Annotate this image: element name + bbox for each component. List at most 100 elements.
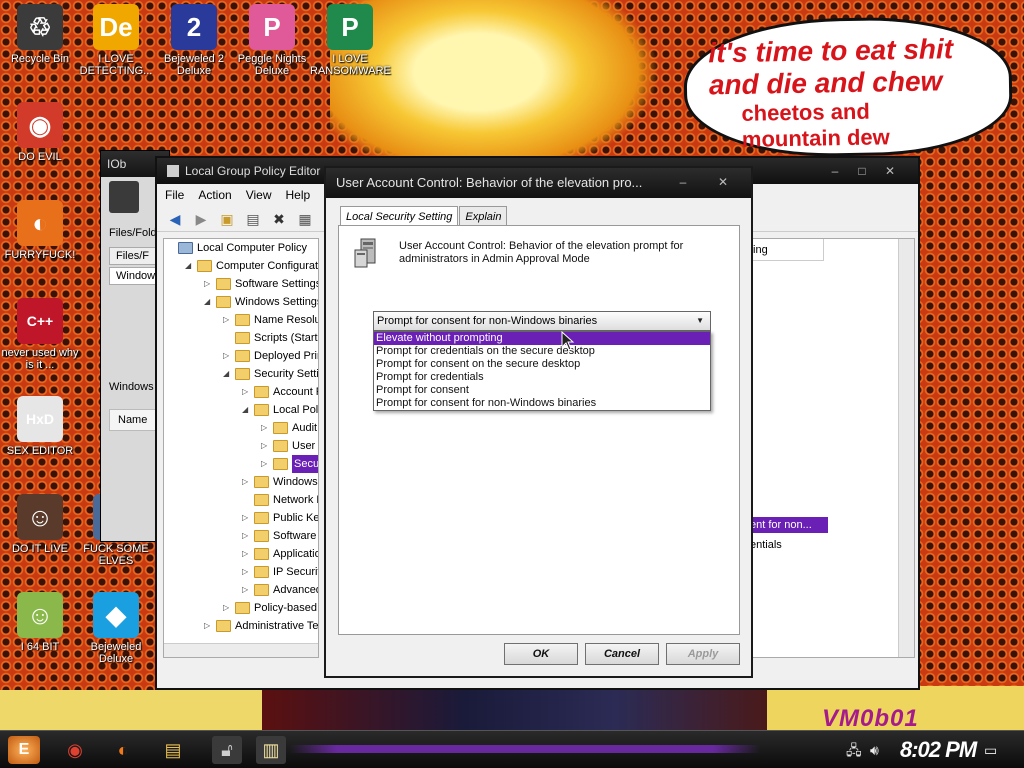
expand-arrow-icon[interactable]: ▷ <box>242 383 248 401</box>
desktop-shortcut[interactable]: P Peggle Nights Deluxe <box>232 4 312 77</box>
expand-arrow-icon[interactable]: ▷ <box>223 599 229 617</box>
tree-node[interactable]: ◢ Security Settings <box>164 365 318 383</box>
apply-button[interactable]: Apply <box>666 643 740 665</box>
expand-arrow-icon[interactable]: ▷ <box>261 455 267 473</box>
expand-arrow-icon[interactable]: ▷ <box>204 275 210 293</box>
taskbar-security-icon[interactable]: 🔓︎ <box>212 736 242 764</box>
selected-policy-row[interactable]: ent for non... <box>748 517 828 533</box>
tab-local-security-setting[interactable]: Local Security Setting <box>340 206 459 227</box>
dropdown-option[interactable]: Elevate without prompting <box>374 332 710 345</box>
tree-node[interactable]: ▷ IP Security Policies <box>164 563 318 581</box>
expand-arrow-icon[interactable]: ◢ <box>223 365 229 383</box>
volume-icon[interactable]: 🔊︎ <box>870 737 879 763</box>
tree-node[interactable]: ▷ Administrative Templates <box>164 617 318 635</box>
tree-horizontal-scrollbar[interactable] <box>164 643 318 657</box>
delete-icon[interactable]: ✖ <box>269 210 289 228</box>
desktop-shortcut[interactable]: P I LOVE RANSOMWARE <box>310 4 391 77</box>
column-header-setting[interactable]: ting <box>748 239 824 261</box>
clock[interactable]: 8:02 PM <box>900 735 977 765</box>
policy-list-pane[interactable]: ting ent for non... entials <box>747 238 915 658</box>
uac-policy-dialog[interactable]: User Account Control: Behavior of the el… <box>324 166 753 678</box>
properties-icon[interactable]: ▦ <box>295 210 315 228</box>
expand-arrow-icon[interactable]: ▷ <box>204 617 210 635</box>
tree-node[interactable]: ▷ Advanced Audit <box>164 581 318 599</box>
menu-file[interactable]: File <box>165 188 184 202</box>
show-hide-tree-icon[interactable]: ▤ <box>243 210 263 228</box>
desktop-shortcut[interactable]: HxD SEX EDITOR <box>0 396 80 457</box>
tree-node[interactable]: ◢ Windows Settings <box>164 293 318 311</box>
notification-icon[interactable]: ▭ <box>984 737 997 763</box>
tab-explain[interactable]: Explain <box>459 206 508 226</box>
expand-arrow-icon[interactable]: ▷ <box>261 419 267 437</box>
ok-button[interactable]: OK <box>504 643 578 665</box>
back-arrow-icon[interactable]: ◀ <box>165 210 185 228</box>
dialog-close-button[interactable]: ✕ <box>710 175 736 191</box>
dialog-help-button[interactable]: – <box>670 175 696 191</box>
expand-arrow-icon[interactable]: ▷ <box>242 581 248 599</box>
expand-arrow-icon[interactable]: ▷ <box>242 509 248 527</box>
tree-node[interactable]: ▷ Software Restriction <box>164 527 318 545</box>
expand-arrow-icon[interactable]: ▷ <box>261 437 267 455</box>
start-button[interactable]: E <box>8 736 40 764</box>
tree-node[interactable]: ▷ Security Options <box>164 455 318 473</box>
tree-node[interactable]: ▷ Software Settings <box>164 275 318 293</box>
expand-arrow-icon[interactable]: ◢ <box>242 401 248 419</box>
menu-help[interactable]: Help <box>286 188 311 202</box>
desktop-shortcut[interactable]: C++ never used why is it ... <box>0 298 80 371</box>
expand-arrow-icon[interactable]: ▷ <box>242 473 248 491</box>
cancel-button[interactable]: Cancel <box>585 643 659 665</box>
dropdown-option[interactable]: Prompt for credentials on the secure des… <box>374 345 710 358</box>
expand-arrow-icon[interactable]: ◢ <box>185 257 191 275</box>
desktop-shortcut[interactable]: ♲ Recycle Bin <box>0 4 80 65</box>
gpe-minimize-button[interactable]: – <box>822 164 848 180</box>
network-icon[interactable]: 🖧︎ <box>846 737 862 763</box>
forward-arrow-icon[interactable]: ▶ <box>191 210 211 228</box>
dropdown-option[interactable]: Prompt for consent on the secure desktop <box>374 358 710 371</box>
policy-row[interactable]: entials <box>748 537 828 553</box>
menu-view[interactable]: View <box>246 188 272 202</box>
tree-node[interactable]: ▷ User Rights Assignment <box>164 437 318 455</box>
tree-node[interactable]: ▷ Windows Firewall <box>164 473 318 491</box>
expand-arrow-icon[interactable]: ▷ <box>242 545 248 563</box>
tree-node[interactable]: Network List Manager <box>164 491 318 509</box>
expand-arrow-icon[interactable]: ▷ <box>223 311 229 329</box>
tree-node[interactable]: Local Computer Policy <box>164 239 318 257</box>
expand-arrow-icon[interactable]: ◢ <box>204 293 210 311</box>
chevron-down-icon[interactable]: ▼ <box>696 312 704 330</box>
desktop-shortcut[interactable]: De I LOVE DETECTING... <box>76 4 156 77</box>
tree-node[interactable]: ▷ Account Policies <box>164 383 318 401</box>
desktop-shortcut[interactable]: ☺ I 64 BIT <box>0 592 80 653</box>
desktop-shortcut[interactable]: 2 Bejeweled 2 Deluxe <box>154 4 234 77</box>
menu-action[interactable]: Action <box>198 188 231 202</box>
expand-arrow-icon[interactable]: ▷ <box>242 527 248 545</box>
expand-arrow-icon[interactable]: ▷ <box>242 563 248 581</box>
gpe-close-button[interactable]: ✕ <box>877 164 903 180</box>
dropdown-option[interactable]: Prompt for consent <box>374 384 710 397</box>
dropdown-option[interactable]: Prompt for consent for non-Windows binar… <box>374 397 710 410</box>
expand-arrow-icon[interactable]: ▷ <box>223 347 229 365</box>
policy-tree[interactable]: Local Computer Policy ◢ Computer Configura… <box>163 238 319 658</box>
dialog-titlebar[interactable]: User Account Control: Behavior of the el… <box>326 168 751 198</box>
tree-node[interactable]: ▷ Policy-based QoS <box>164 599 318 617</box>
desktop-shortcut[interactable]: ◆ Bejeweled Deluxe <box>76 592 156 665</box>
up-folder-icon[interactable]: ▣ <box>217 210 237 228</box>
tree-node[interactable]: ▷ Name Resolution Policy <box>164 311 318 329</box>
taskbar-firefox-icon[interactable]: ◐ <box>108 736 138 764</box>
taskbar-explorer-icon[interactable]: ▤ <box>158 736 188 764</box>
tree-node[interactable]: ▷ Audit Policy <box>164 419 318 437</box>
desktop-shortcut[interactable]: ◉ DO EVIL <box>0 102 80 163</box>
taskbar-gpedit-icon[interactable]: ▥ <box>256 736 286 764</box>
taskbar-chrome-icon[interactable]: ◉ <box>60 736 90 764</box>
tree-node[interactable]: ▷ Application Control <box>164 545 318 563</box>
desktop-shortcut[interactable]: ☺ DO IT LIVE <box>0 494 80 555</box>
gpe-maximize-button[interactable]: □ <box>849 164 875 180</box>
tree-node[interactable]: ◢ Local Policies <box>164 401 318 419</box>
tree-node[interactable]: ▷ Public Key Policies <box>164 509 318 527</box>
elevation-behavior-select[interactable]: Prompt for consent for non-Windows binar… <box>373 311 711 331</box>
desktop-shortcut[interactable]: ◐ FURRYFUCK! <box>0 200 80 261</box>
policy-list-scrollbar[interactable] <box>898 239 914 657</box>
tree-node[interactable]: ▷ Deployed Printers <box>164 347 318 365</box>
tree-node[interactable]: Scripts (Startup/Shutdown) <box>164 329 318 347</box>
tree-node[interactable]: ◢ Computer Configuration <box>164 257 318 275</box>
dropdown-option[interactable]: Prompt for credentials <box>374 371 710 384</box>
